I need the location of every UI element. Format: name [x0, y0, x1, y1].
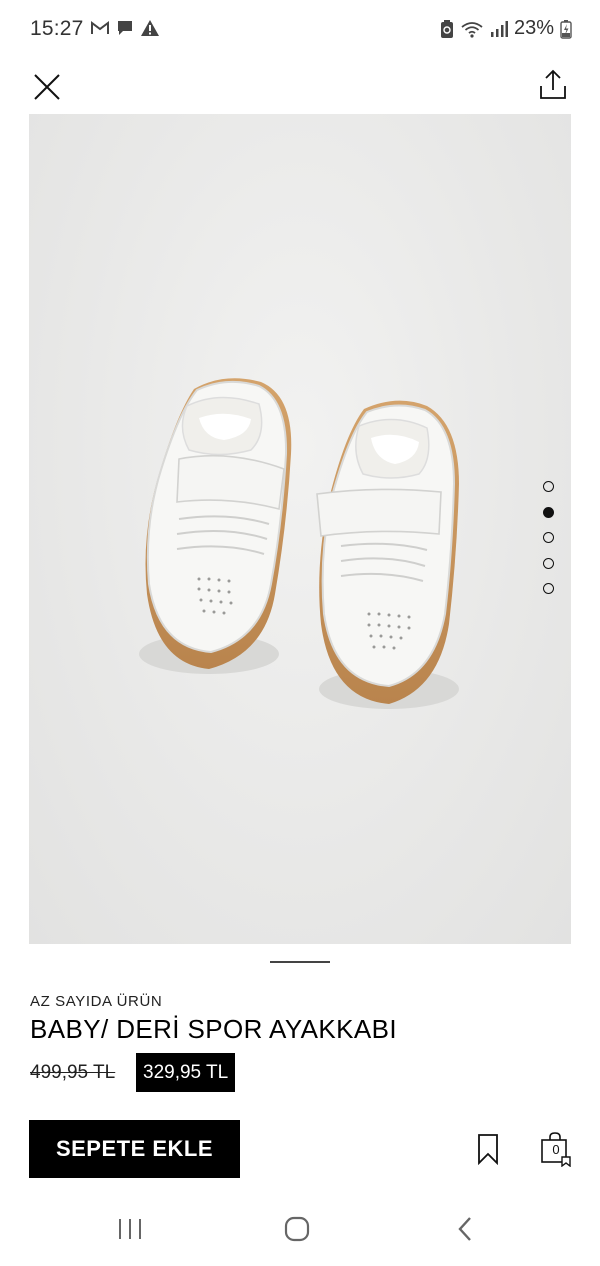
bookmark-icon — [478, 1134, 498, 1166]
product-image-gallery[interactable] — [29, 114, 571, 944]
left-shoe — [145, 378, 292, 669]
recents-button[interactable] — [116, 1214, 144, 1249]
home-button[interactable] — [282, 1214, 312, 1249]
battery-level: 23% — [513, 17, 554, 39]
recents-icon — [119, 1219, 141, 1239]
back-icon — [458, 1217, 471, 1241]
share-button[interactable] — [538, 68, 568, 102]
pagination-dot-4[interactable] — [543, 557, 554, 569]
signal-icon — [490, 20, 508, 37]
bag-item-count: 0 — [552, 1142, 560, 1157]
add-to-cart-label: SEPETE EKLE — [55, 1136, 214, 1161]
product-image-baby-sneakers — [139, 378, 459, 709]
old-price: 499,95 TL — [30, 1062, 116, 1083]
sale-price: 329,95 TL — [136, 1053, 236, 1092]
shopping-bag-button[interactable]: 0 — [540, 1131, 572, 1168]
home-icon — [284, 1216, 310, 1242]
status-bar: 15:27 23% — [0, 0, 600, 60]
add-to-cart-button[interactable]: SEPETE EKLE — [29, 1120, 240, 1178]
recycle-icon — [440, 19, 453, 38]
pagination-dot-5[interactable] — [543, 583, 554, 594]
back-button[interactable] — [452, 1214, 478, 1249]
gmail-icon — [91, 21, 109, 34]
right-shoe — [316, 400, 459, 704]
image-pagination-dots — [543, 481, 555, 609]
pagination-dot-1[interactable] — [543, 481, 554, 492]
system-nav-bar — [0, 1196, 600, 1266]
top-toolbar — [0, 60, 600, 112]
warning-icon — [141, 20, 159, 36]
stock-label: AZ SAYIDA ÜRÜN — [30, 993, 163, 1010]
battery-charging-icon — [560, 19, 572, 39]
pagination-dot-2[interactable] — [543, 506, 554, 518]
status-system-icons: 23% — [440, 17, 572, 40]
product-name: BABY/ DERİ SPOR AYAKKABI — [30, 1014, 397, 1044]
sheet-drag-handle[interactable] — [270, 961, 330, 963]
status-time: 15:27 — [30, 17, 84, 40]
share-icon — [540, 69, 566, 99]
pagination-dot-3[interactable] — [543, 532, 554, 543]
bookmark-button[interactable] — [476, 1133, 500, 1166]
close-button[interactable] — [30, 70, 64, 104]
close-icon — [34, 74, 60, 100]
wifi-icon — [461, 21, 483, 38]
status-notification-icons — [90, 19, 160, 37]
chat-icon — [118, 21, 132, 35]
